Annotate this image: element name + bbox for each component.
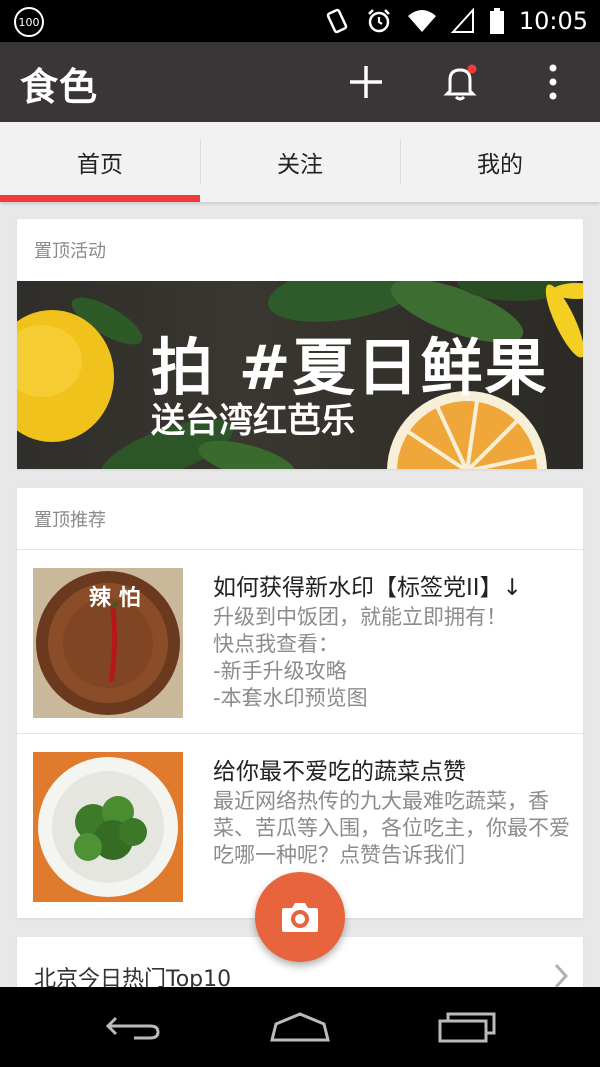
camera-button[interactable] — [255, 872, 345, 962]
recent-apps-button[interactable] — [432, 1007, 502, 1047]
tab-following-label: 关注 — [277, 152, 323, 178]
badge-text: 100 — [14, 7, 44, 37]
back-button[interactable] — [98, 1007, 168, 1047]
activity-banner[interactable]: 拍 #夏日鲜果 送台湾红芭乐 — [17, 281, 583, 469]
notifications-button[interactable] — [440, 62, 480, 102]
tab-mine[interactable]: 我的 — [400, 122, 600, 202]
recent-apps-icon — [438, 1012, 496, 1043]
greens-bowl-image — [33, 752, 183, 902]
notification-dot — [467, 64, 477, 74]
home-button[interactable] — [265, 1007, 335, 1047]
system-nav-bar — [0, 987, 600, 1067]
item-thumbnail — [33, 752, 183, 902]
tab-home[interactable]: 首页 — [0, 122, 200, 202]
thumbnail-caption: 辣 怕 — [89, 585, 141, 611]
bell-icon — [443, 64, 477, 101]
status-bar: 100 10:05 — [0, 0, 600, 42]
tab-following[interactable]: 关注 — [200, 122, 400, 202]
alarm-icon — [367, 9, 390, 33]
chevron-right-icon — [554, 963, 569, 989]
item-thumbnail: 辣 怕 — [33, 568, 183, 718]
pinned-activity-header: 置顶活动 — [34, 241, 106, 262]
tab-bar: 首页 关注 我的 — [0, 122, 600, 202]
signal-icon — [450, 8, 474, 33]
item-title: 如何获得新水印【标签党II】↓ — [213, 575, 522, 601]
tab-home-label: 首页 — [77, 152, 123, 178]
home-icon — [270, 1012, 330, 1042]
plus-icon — [350, 66, 382, 98]
active-tab-indicator — [0, 195, 200, 202]
vibrate-icon — [326, 8, 348, 34]
app-bar: 食色 — [0, 42, 600, 122]
pinned-recommend-card: 置顶推荐 辣 怕 如何获得新水印【标签党II】↓ 升级到中饭团，就能立即拥有！ … — [17, 488, 583, 918]
status-icons: 10:05 — [323, 0, 588, 42]
item-title: 给你最不爱吃的蔬菜点赞 — [213, 759, 466, 785]
wifi-icon — [407, 10, 436, 32]
pinned-recommend-header: 置顶推荐 — [17, 488, 583, 550]
more-vert-icon — [549, 64, 557, 100]
tab-mine-label: 我的 — [477, 152, 523, 178]
add-button[interactable] — [346, 62, 386, 102]
camera-icon — [282, 903, 318, 932]
pinned-activity-card: 置顶活动 拍 #夏日鲜果 送台湾红芭乐 — [17, 219, 583, 469]
battery-saver-badge: 100 — [14, 7, 44, 37]
battery-icon — [489, 8, 504, 34]
item-description: 最近网络热传的九大最难吃蔬菜，香菜、苦瓜等入围，各位吃主，你最不爱吃哪一种呢？点… — [213, 789, 570, 867]
banner-subtitle: 送台湾红芭乐 — [151, 401, 355, 441]
app-title: 食色 — [20, 64, 99, 109]
item-description: 升级到中饭团，就能立即拥有！ 快点我查看： -新手升级攻略 -本套水印预览图 — [213, 605, 507, 710]
list-item[interactable]: 辣 怕 如何获得新水印【标签党II】↓ 升级到中饭团，就能立即拥有！ 快点我查看… — [17, 550, 583, 734]
more-options-button[interactable] — [533, 62, 573, 102]
back-icon — [105, 1016, 160, 1040]
status-time: 10:05 — [518, 7, 588, 35]
